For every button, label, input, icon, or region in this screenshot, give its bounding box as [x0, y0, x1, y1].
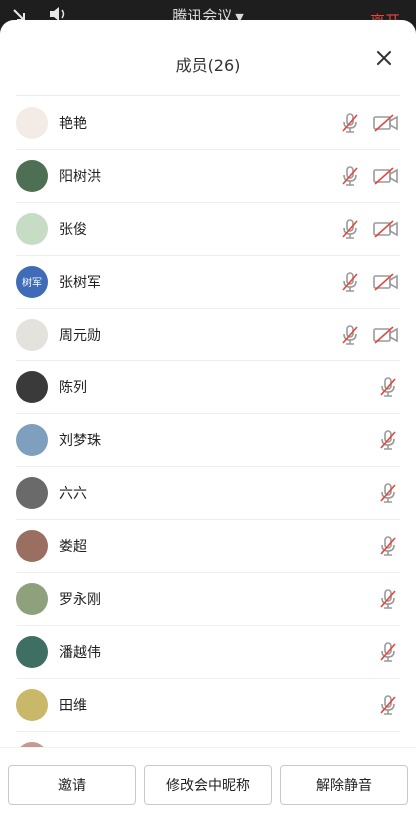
mic-muted-icon[interactable]	[376, 693, 400, 717]
member-name: 刘梦珠	[59, 433, 101, 450]
member-row[interactable]: 娄超	[16, 520, 400, 574]
member-row[interactable]: 刘梦珠	[16, 414, 400, 468]
avatar	[16, 159, 48, 192]
member-name: 阳树洪	[59, 168, 101, 185]
member-name: 娄超	[59, 539, 87, 556]
rename-button[interactable]: 修改会中昵称	[144, 765, 272, 805]
member-name: 六六	[59, 486, 87, 503]
avatar	[16, 688, 48, 721]
member-status-icons	[338, 256, 400, 308]
mic-muted-icon[interactable]	[338, 270, 362, 294]
member-row[interactable]: 田维	[16, 679, 400, 732]
member-row[interactable]: 陈列	[16, 361, 400, 415]
member-name: 陈列	[59, 380, 87, 397]
member-list[interactable]: 艳艳阳树洪张俊树军 张树军周元勋陈列刘梦珠六六娄超罗永刚潘越伟田维	[16, 97, 400, 747]
avatar: 树军	[16, 265, 48, 298]
avatar	[16, 371, 48, 404]
action-bar: 邀请 修改会中昵称 解除静音	[0, 747, 416, 823]
avatar	[16, 424, 48, 457]
member-row[interactable]: 张俊	[16, 203, 400, 256]
member-status-icons	[376, 573, 400, 625]
avatar	[16, 530, 48, 563]
member-row[interactable]: 树军 张树军	[16, 256, 400, 309]
member-status-icons	[376, 361, 400, 413]
mic-muted-icon[interactable]	[376, 375, 400, 399]
members-panel-header: 成员(26)	[16, 20, 400, 96]
mic-muted-icon[interactable]	[376, 481, 400, 505]
unmute-all-button[interactable]: 解除静音	[280, 765, 408, 805]
member-name: 罗永刚	[59, 591, 101, 608]
member-name: 潘越伟	[59, 644, 101, 661]
member-status-icons	[338, 203, 400, 255]
member-status-icons	[338, 97, 400, 149]
avatar	[16, 106, 48, 139]
member-name: 田维	[59, 697, 87, 714]
invite-button[interactable]: 邀请	[8, 765, 136, 805]
camera-off-icon[interactable]	[372, 164, 400, 188]
member-name: 张俊	[59, 221, 87, 238]
mic-muted-icon[interactable]	[338, 323, 362, 347]
member-status-icons	[376, 467, 400, 519]
mic-muted-icon[interactable]	[376, 428, 400, 452]
member-status-icons	[376, 679, 400, 731]
avatar-initials: 树军	[22, 278, 42, 290]
avatar	[16, 477, 48, 510]
avatar	[16, 212, 48, 245]
mic-muted-icon[interactable]	[376, 587, 400, 611]
member-row[interactable]: 罗永刚	[16, 573, 400, 626]
member-row[interactable]: 潘越伟	[16, 626, 400, 679]
member-row[interactable]: 艳艳	[16, 97, 400, 150]
member-row[interactable]: 六六	[16, 467, 400, 521]
members-panel-title: 成员(26)	[175, 56, 241, 75]
mic-muted-icon[interactable]	[338, 164, 362, 188]
avatar	[16, 318, 48, 351]
mic-muted-icon[interactable]	[338, 217, 362, 241]
camera-off-icon[interactable]	[372, 217, 400, 241]
close-icon[interactable]	[374, 48, 394, 68]
member-name: 张树军	[59, 274, 101, 291]
camera-off-icon[interactable]	[372, 270, 400, 294]
member-name: 周元勋	[59, 327, 101, 344]
camera-off-icon[interactable]	[372, 111, 400, 135]
mic-muted-icon[interactable]	[376, 640, 400, 664]
member-status-icons	[376, 520, 400, 572]
avatar	[16, 635, 48, 668]
member-status-icons	[376, 414, 400, 466]
members-panel: 成员(26) 艳艳 阳树洪 张俊 树军 张树军 周元勋 陈列 刘梦珠 六六 娄超 罗永刚 潘越伟 田维 …	[0, 20, 416, 823]
mic-muted-icon[interactable]	[376, 534, 400, 558]
member-status-icons	[338, 309, 400, 361]
mic-muted-icon[interactable]	[338, 111, 362, 135]
member-row[interactable]: 阳树洪	[16, 150, 400, 203]
camera-off-icon[interactable]	[372, 323, 400, 347]
member-status-icons	[376, 626, 400, 678]
member-row[interactable]: 周元勋	[16, 309, 400, 362]
member-status-icons	[376, 732, 400, 747]
member-row[interactable]	[16, 732, 400, 747]
avatar	[16, 582, 48, 615]
member-name: 艳艳	[59, 115, 87, 132]
member-status-icons	[338, 150, 400, 202]
